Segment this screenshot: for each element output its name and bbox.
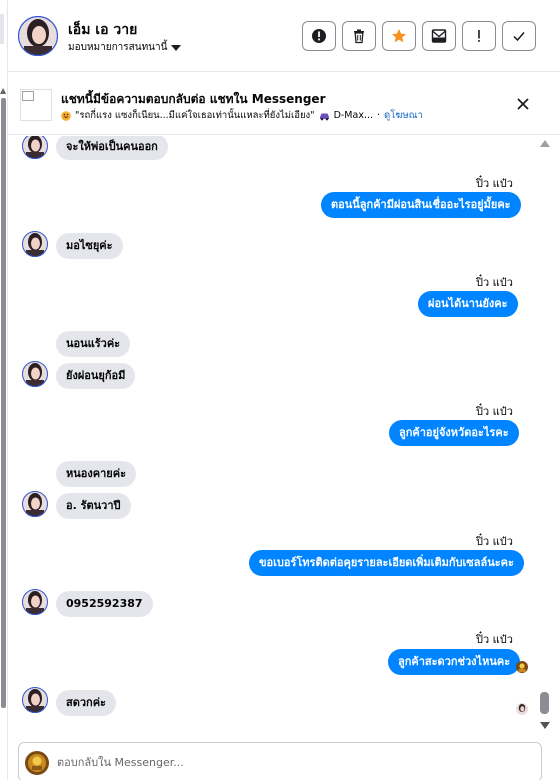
incoming-message[interactable]: นอนแร้วค่ะ	[56, 331, 131, 357]
exclamation-icon	[478, 30, 480, 42]
trash-icon	[354, 29, 364, 44]
mark-unread-button[interactable]	[422, 21, 456, 51]
caret-down-icon	[171, 44, 182, 51]
check-icon	[513, 32, 525, 42]
alert-circle-icon	[312, 29, 326, 43]
follow-up-button[interactable]	[462, 21, 496, 51]
message-sender: ปิ๋ว แป๋ว	[476, 535, 513, 548]
delete-button[interactable]	[342, 21, 376, 51]
contact-avatar[interactable]	[22, 589, 48, 615]
banner-subtitle: "รถกี่แรง แซงก็เนียน...มีแค่ใจเธอเท่านั้…	[61, 108, 423, 123]
scroll-up-arrow-icon[interactable]	[540, 140, 550, 147]
outgoing-message[interactable]: ขอเบอร์โทรติดต่อคุยรายละเอียดเพิ่มเติมกั…	[249, 550, 524, 576]
contact-avatar[interactable]	[22, 687, 48, 713]
incoming-message[interactable]: สดวกค่ะ	[56, 690, 116, 716]
thread-scrollbar[interactable]	[537, 136, 552, 736]
view-ad-link[interactable]: ดูโฆษณา	[384, 108, 423, 123]
scroll-down-arrow-icon[interactable]	[540, 722, 550, 729]
conversation-toolbar	[302, 21, 536, 51]
seen-receipt-avatar	[516, 703, 528, 715]
outgoing-message[interactable]: ตอนนี้ลูกค้ามีผ่อนสินเชื่ออะไรอยู่มั้ยคะ	[321, 192, 521, 218]
assign-conversation-label: มอบหมายการสนทนานี้	[68, 42, 168, 53]
message-sender: ปิ๋ว แป๋ว	[476, 276, 513, 289]
outgoing-message[interactable]: ผ่อนได้นานยังคะ	[418, 291, 518, 317]
banner-page-name: D-Max...	[333, 110, 374, 121]
star-icon	[392, 29, 406, 43]
message-thread: จะให้พ่อเป็นคนออก ปิ๋ว แป๋ว ตอนนี้ลูกค้า…	[8, 136, 560, 736]
incoming-message[interactable]: ยังผ่อนยุก้อมี	[56, 363, 136, 389]
message-sender: ปิ๋ว แป๋ว	[476, 633, 513, 646]
car-emoji-icon	[319, 113, 329, 120]
contact-avatar[interactable]	[22, 361, 48, 387]
laugh-emoji-icon	[61, 110, 71, 121]
envelope-icon	[431, 29, 447, 43]
left-scrollbar-thumb[interactable]	[1, 98, 6, 708]
incoming-message[interactable]: มอไซยุค่ะ	[56, 233, 123, 259]
reply-input[interactable]	[57, 753, 527, 771]
sender-avatar	[516, 661, 528, 673]
message-sender: ปิ๋ว แป๋ว	[476, 177, 513, 190]
scroll-up-arrow-icon[interactable]: ▲	[0, 86, 6, 95]
left-panel-strip: ▲	[0, 0, 8, 780]
scrollbar-thumb[interactable]	[540, 692, 549, 714]
ad-thumbnail-image[interactable]	[20, 89, 52, 121]
contact-avatar[interactable]	[22, 231, 48, 257]
incoming-message[interactable]: อ. รัตนวาปี	[56, 493, 131, 519]
outgoing-message[interactable]: ลูกค้าอยู่จังหวัดอะไรคะ	[389, 420, 519, 446]
message-sender: ปิ๋ว แป๋ว	[476, 405, 513, 418]
contact-name: เอ็ม เอ วาย	[68, 22, 138, 38]
close-icon[interactable]	[514, 95, 532, 113]
mark-spam-button[interactable]	[302, 21, 336, 51]
incoming-message[interactable]: หนองคายค่ะ	[56, 461, 136, 487]
page-avatar	[25, 751, 49, 775]
outgoing-message[interactable]: ลูกค้าสะดวกช่วงไหนคะ	[388, 649, 521, 675]
conversation-header: เอ็ม เอ วาย มอบหมายการสนทนานี้	[8, 0, 560, 72]
ad-context-banner: แชทนี้มีข้อความตอบกลับต่อ แชทใน Messenge…	[8, 73, 560, 135]
incoming-message[interactable]: 0952592387	[56, 591, 153, 617]
star-button[interactable]	[382, 21, 416, 51]
banner-title: แชทนี้มีข้อความตอบกลับต่อ แชทใน Messenge…	[61, 92, 326, 106]
assign-conversation-dropdown[interactable]: มอบหมายการสนทนานี้	[68, 40, 182, 55]
reply-composer	[18, 742, 542, 780]
contact-avatar[interactable]	[22, 136, 48, 159]
contact-avatar[interactable]	[18, 16, 58, 56]
banner-quote: "รถกี่แรง แซงก็เนียน...มีแค่ใจเธอเท่านั้…	[75, 110, 315, 121]
incoming-message[interactable]: จะให้พ่อเป็นคนออก	[56, 136, 168, 160]
mark-done-button[interactable]	[502, 21, 536, 51]
left-panel-edge	[0, 14, 4, 44]
contact-avatar[interactable]	[22, 491, 48, 517]
